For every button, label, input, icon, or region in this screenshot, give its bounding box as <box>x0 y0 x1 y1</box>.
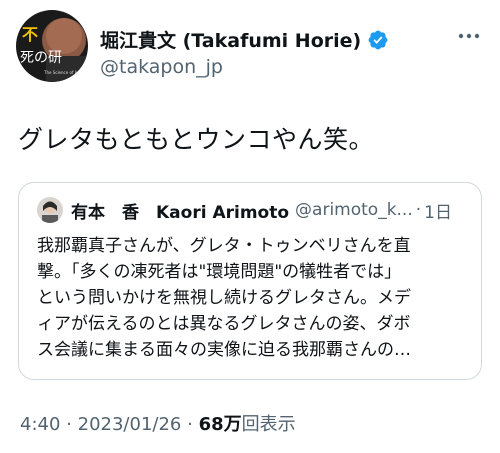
quoted-text-line: 撃。「多くの凍死者は"環境問題"の犠牲者では」 <box>37 262 402 282</box>
views-label: 回表示 <box>241 414 296 435</box>
tweet-time[interactable]: 4:40 <box>20 414 60 435</box>
tweet-text: グレタもともとウンコやん笑。 <box>18 125 375 154</box>
quoted-author-avatar <box>37 197 63 223</box>
quoted-author-display-name: 有本 香 Kaori Arimoto <box>71 202 290 223</box>
meta-separator: · <box>187 414 193 435</box>
author-avatar[interactable]: 不 死の研 The Science of Immortality <box>16 10 88 82</box>
quoted-separator: · <box>415 200 422 220</box>
views-count: 68万 <box>198 414 242 435</box>
quoted-tweet-body: 我那覇真子さんが、グレタ・トゥンベリさんを直 撃。「多くの凍死者は"環境問題"の… <box>37 233 467 363</box>
quoted-text-line: 我那覇真子さんが、グレタ・トゥンベリさんを直 <box>37 236 411 256</box>
author-name-row: 堀江貴文 (Takafumi Horie) <box>100 26 389 53</box>
avatar-image: 不 死の研 The Science of Immortality <box>16 10 88 82</box>
quoted-tweet-card[interactable]: 有本 香 Kaori Arimoto @arimoto_k... · 1日 我那… <box>18 182 482 380</box>
quoted-date: 1日 <box>424 202 452 223</box>
quoted-avatar-image <box>37 197 63 223</box>
quoted-text-line: ス会議に集まる面々の実像に迫る我那覇さんの… <box>37 340 411 360</box>
author-display-name[interactable]: 堀江貴文 (Takafumi Horie) <box>100 26 361 53</box>
quoted-tweet-header: 有本 香 Kaori Arimoto @arimoto_k... · 1日 <box>37 197 452 223</box>
quoted-text-line: ィアが伝えるのとは異なるグレタさんの姿、ダボ <box>37 314 411 334</box>
tweet-date[interactable]: 2023/01/26 <box>78 414 182 435</box>
avatar-title-text: 不 <box>22 25 38 44</box>
quoted-author-handle: @arimoto_k... <box>295 200 413 220</box>
verified-badge-icon <box>368 30 388 49</box>
author-handle[interactable]: @takapon_jp <box>100 56 223 78</box>
avatar-subtitle-text: 死の研 <box>20 50 62 66</box>
tweet-meta: 4:40 · 2023/01/26 · 68万回表示 <box>20 410 296 436</box>
avatar-caption-text: The Science of Immortality <box>43 70 88 75</box>
quoted-text-line: という問いかけを無視し続けるグレタさん。メデ <box>37 288 411 308</box>
more-options-icon[interactable] <box>456 26 482 46</box>
tweet-header: 不 死の研 The Science of Immortality 堀江貴文 (T… <box>0 0 500 100</box>
meta-separator: · <box>66 414 72 435</box>
